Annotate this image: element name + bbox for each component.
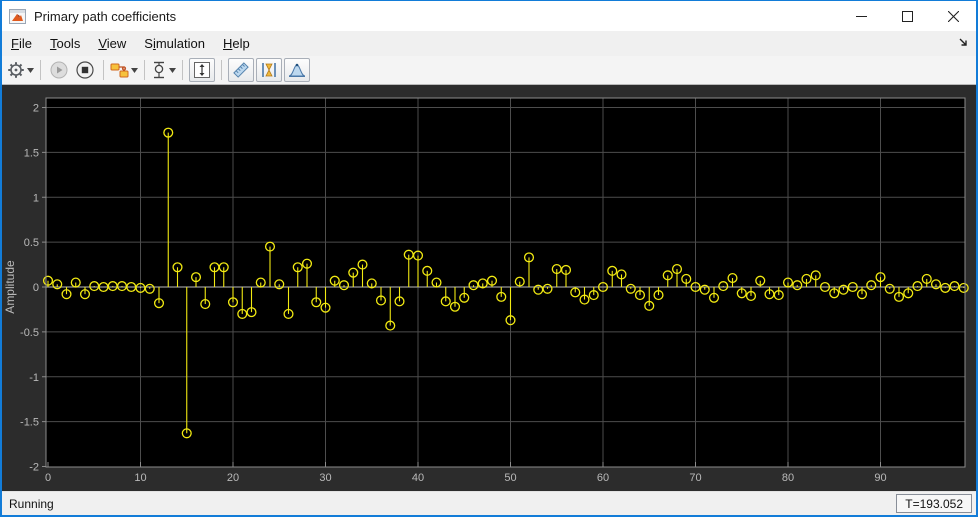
fit-to-view-icon: [194, 62, 210, 78]
scope-window: Primary path coefficients File Tools View S…: [0, 0, 978, 517]
menu-item-file[interactable]: File: [2, 32, 41, 55]
svg-text:-1: -1: [29, 372, 39, 384]
peak-finder-icon: [288, 63, 306, 77]
menu-bar: File Tools View Simulation Help: [2, 31, 976, 56]
triggers-button[interactable]: [256, 58, 282, 82]
stop-button[interactable]: [73, 58, 97, 82]
simulation-status: Running: [9, 496, 54, 511]
svg-text:-0.5: -0.5: [20, 327, 39, 339]
svg-text:1: 1: [33, 192, 39, 204]
minimize-button[interactable]: [838, 1, 884, 31]
svg-text:-2: -2: [29, 462, 39, 474]
matlab-scope-icon: [9, 8, 26, 24]
play-icon: [50, 61, 68, 79]
maximize-button[interactable]: [884, 1, 930, 31]
triggers-icon: [262, 63, 276, 77]
status-bar: Running T=193.052: [2, 491, 976, 515]
menu-item-simulation[interactable]: Simulation: [135, 32, 214, 55]
toolbar-separator: [221, 60, 222, 80]
ruler-icon: [233, 62, 249, 78]
svg-text:0.5: 0.5: [24, 237, 39, 249]
menu-item-help[interactable]: Help: [214, 32, 259, 55]
svg-text:-1.5: -1.5: [20, 417, 39, 429]
window-title: Primary path coefficients: [34, 8, 177, 24]
dock-arrow-icon[interactable]: [956, 35, 970, 49]
scale-axes-button[interactable]: [151, 58, 176, 82]
cursor-measurements-button[interactable]: [228, 58, 254, 82]
fit-to-view-button[interactable]: [189, 58, 215, 82]
stem-chart-canvas[interactable]: -2-1.5-1-0.500.511.520 10 20 30 40 50 60 70 80 90…: [2, 85, 976, 491]
menu-item-view[interactable]: View: [89, 32, 135, 55]
window-controls: [838, 1, 976, 31]
svg-text:20: 20: [227, 472, 239, 484]
svg-text:90: 90: [874, 472, 886, 484]
menu-item-tools[interactable]: Tools: [41, 32, 89, 55]
toolbar-separator: [103, 60, 104, 80]
svg-text:70: 70: [689, 472, 701, 484]
svg-text:30: 30: [319, 472, 331, 484]
plot-region: -2 -1.5 -1 -0.5 0 0.5 1 1.5 2 0 10 20 30 40 50 60 70 80 90…: [2, 85, 976, 491]
close-button[interactable]: [930, 1, 976, 31]
svg-text:Amplitude: Amplitude: [3, 260, 17, 314]
svg-text:0: 0: [45, 472, 51, 484]
peak-finder-button[interactable]: [284, 58, 310, 82]
svg-text:60: 60: [597, 472, 609, 484]
svg-text:50: 50: [504, 472, 516, 484]
gear-icon: [8, 62, 24, 78]
stop-icon: [76, 61, 94, 79]
toolbar-separator: [182, 60, 183, 80]
run-button[interactable]: [47, 58, 71, 82]
title-bar: Primary path coefficients: [2, 1, 976, 31]
svg-text:1.5: 1.5: [24, 147, 39, 159]
svg-text:2: 2: [33, 103, 39, 115]
toolbar: [2, 56, 976, 85]
dropdown-caret-icon: [169, 67, 176, 73]
dropdown-caret-icon: [131, 67, 138, 73]
close-icon: [947, 10, 959, 22]
simulation-time: T=193.052: [896, 494, 972, 513]
svg-text:80: 80: [782, 472, 794, 484]
svg-text:40: 40: [412, 472, 424, 484]
svg-text:10: 10: [134, 472, 146, 484]
simulink-blocks-icon: [110, 63, 129, 77]
dropdown-caret-icon: [27, 67, 34, 73]
toolbar-separator: [144, 60, 145, 80]
svg-text:0: 0: [33, 282, 39, 294]
scale-axes-icon: [154, 61, 164, 79]
toolbar-separator: [40, 60, 41, 80]
maximize-icon: [901, 10, 913, 22]
minimize-icon: [855, 15, 867, 17]
settings-gear-button[interactable]: [7, 58, 34, 82]
simulink-blocks-button[interactable]: [110, 58, 138, 82]
